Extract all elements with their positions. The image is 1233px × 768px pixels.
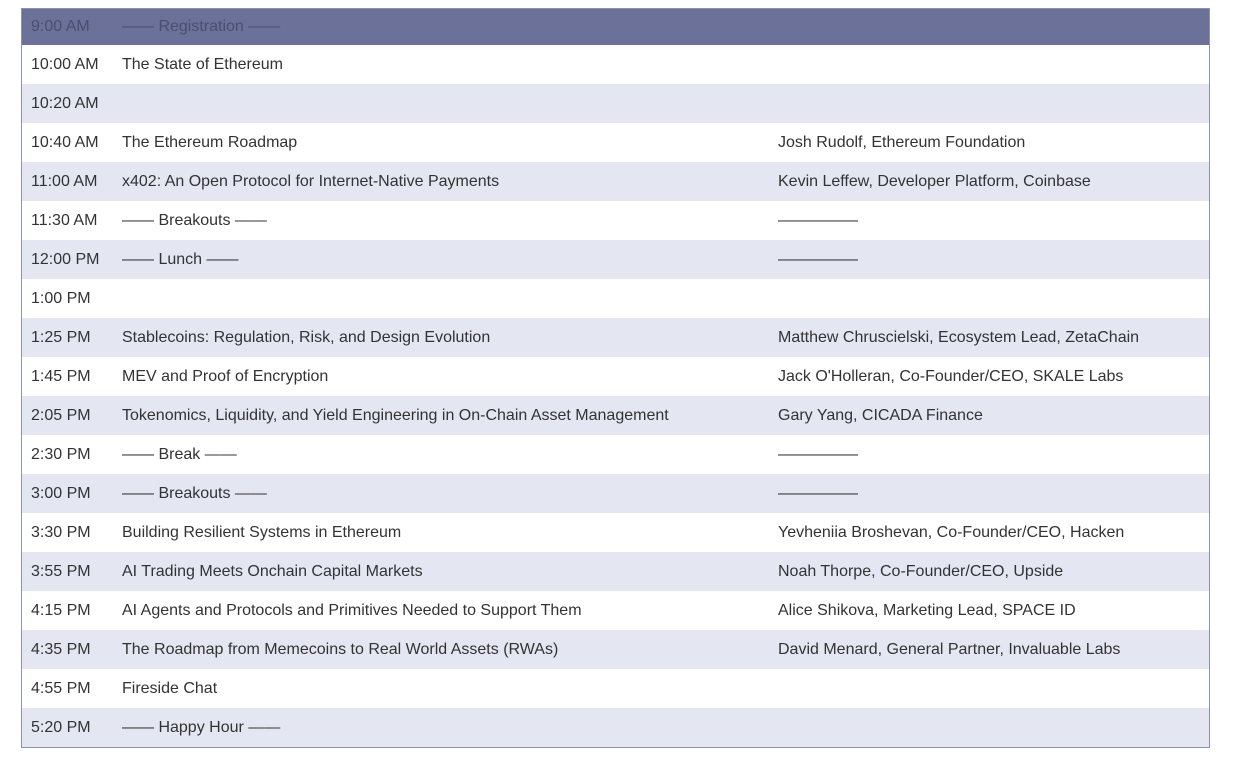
table-row: 3:55 PM AI Trading Meets Onchain Capital…	[22, 552, 1209, 591]
speaker-cell: Josh Rudolf, Ethereum Foundation	[778, 133, 1026, 151]
table-row: 10:20 AM	[22, 84, 1209, 123]
time-cell: 1:00 PM	[31, 289, 91, 307]
table-row: 5:20 PM —— Happy Hour ——	[22, 708, 1209, 747]
table-row: 3:00 PM —— Breakouts —— —————	[22, 474, 1209, 513]
session-title-cell: —— Breakouts ——	[122, 484, 267, 502]
session-title-cell: AI Agents and Protocols and Primitives N…	[122, 601, 582, 619]
time-cell: 10:20 AM	[31, 94, 99, 112]
session-title-cell: Tokenomics, Liquidity, and Yield Enginee…	[122, 406, 669, 424]
time-cell: 4:15 PM	[31, 601, 91, 619]
session-title-cell: Fireside Chat	[122, 679, 218, 697]
session-title-cell: —— Registration ——	[122, 18, 281, 35]
time-cell: 4:55 PM	[31, 679, 91, 697]
time-cell: 10:40 AM	[31, 133, 99, 151]
time-cell: 3:30 PM	[31, 523, 91, 541]
speaker-cell: —————	[778, 250, 858, 268]
time-cell: 12:00 PM	[31, 250, 100, 268]
time-cell: 11:30 AM	[31, 211, 98, 229]
speaker-cell: Alice Shikova, Marketing Lead, SPACE ID	[778, 601, 1076, 619]
table-row: 4:35 PM The Roadmap from Memecoins to Re…	[22, 630, 1209, 669]
table-row: 9:00 AM —— Registration ——	[22, 9, 1209, 45]
time-cell: 2:30 PM	[31, 445, 91, 463]
time-cell: 1:25 PM	[31, 328, 91, 346]
table-row: 4:15 PM AI Agents and Protocols and Prim…	[22, 591, 1209, 630]
session-title-cell: MEV and Proof of Encryption	[122, 367, 329, 385]
table-row: 1:45 PM MEV and Proof of Encryption Jack…	[22, 357, 1209, 396]
session-title-cell: The Ethereum Roadmap	[122, 133, 298, 151]
time-cell: 10:00 AM	[31, 55, 99, 73]
session-title-cell: —— Happy Hour ——	[122, 718, 281, 736]
time-cell: 3:00 PM	[31, 484, 91, 502]
table-row: 1:25 PM Stablecoins: Regulation, Risk, a…	[22, 318, 1209, 357]
speaker-cell: Yevheniia Broshevan, Co-Founder/CEO, Hac…	[778, 523, 1125, 541]
table-row: 10:00 AM The State of Ethereum	[22, 45, 1209, 84]
table-row: 12:00 PM —— Lunch —— —————	[22, 240, 1209, 279]
speaker-cell: —————	[778, 484, 858, 502]
speaker-cell: —————	[778, 211, 858, 229]
speaker-cell: Gary Yang, CICADA Finance	[778, 406, 983, 424]
table-row: 2:05 PM Tokenomics, Liquidity, and Yield…	[22, 396, 1209, 435]
time-cell: 2:05 PM	[31, 406, 91, 424]
agenda-schedule-table: 9:00 AM —— Registration —— 10:00 AM The …	[21, 8, 1210, 748]
table-row: 11:00 AM x402: An Open Protocol for Inte…	[22, 162, 1209, 201]
speaker-cell: —————	[778, 445, 858, 463]
session-title-cell: Building Resilient Systems in Ethereum	[122, 523, 402, 541]
speaker-cell: Matthew Chruscielski, Ecosystem Lead, Ze…	[778, 328, 1140, 346]
session-title-cell: —— Breakouts ——	[122, 211, 267, 229]
table-row: 10:40 AM The Ethereum Roadmap Josh Rudol…	[22, 123, 1209, 162]
table-row: 4:55 PM Fireside Chat	[22, 669, 1209, 708]
session-title-cell: —— Lunch ——	[122, 250, 239, 268]
session-title-cell: —— Break ——	[122, 445, 237, 463]
time-cell: 3:55 PM	[31, 562, 91, 580]
time-cell: 9:00 AM	[31, 18, 90, 35]
time-cell: 4:35 PM	[31, 640, 91, 658]
time-cell: 1:45 PM	[31, 367, 91, 385]
table-row: 1:00 PM	[22, 279, 1209, 318]
session-title-cell: The State of Ethereum	[122, 55, 283, 73]
time-cell: 5:20 PM	[31, 718, 91, 736]
speaker-cell: David Menard, General Partner, Invaluabl…	[778, 640, 1121, 658]
speaker-cell: Jack O'Holleran, Co-Founder/CEO, SKALE L…	[778, 367, 1124, 385]
speaker-cell: Noah Thorpe, Co-Founder/CEO, Upside	[778, 562, 1064, 580]
time-cell: 11:00 AM	[31, 172, 98, 190]
table-row: 2:30 PM —— Break —— —————	[22, 435, 1209, 474]
session-title-cell: Stablecoins: Regulation, Risk, and Desig…	[122, 328, 491, 346]
session-title-cell: x402: An Open Protocol for Internet-Nati…	[122, 172, 500, 190]
speaker-cell: Kevin Leffew, Developer Platform, Coinba…	[778, 172, 1091, 190]
table-row: 3:30 PM Building Resilient Systems in Et…	[22, 513, 1209, 552]
session-title-cell: AI Trading Meets Onchain Capital Markets	[122, 562, 423, 580]
table-row: 11:30 AM —— Breakouts —— —————	[22, 201, 1209, 240]
session-title-cell: The Roadmap from Memecoins to Real World…	[122, 640, 559, 658]
